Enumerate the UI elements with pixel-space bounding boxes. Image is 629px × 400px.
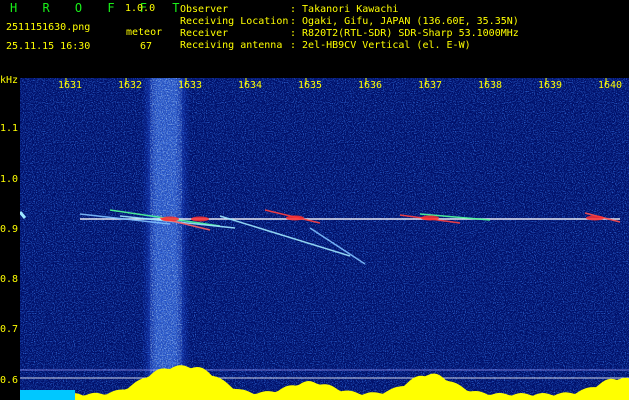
x-tick-label: 1638 xyxy=(478,80,503,91)
x-tick-label: 1639 xyxy=(538,80,563,91)
x-tick-label: 1634 xyxy=(238,80,263,91)
x-tick-label: 1636 xyxy=(358,80,383,91)
receiver-value: : R820T2(RTL-SDR) SDR-Sharp 53.1000MHz xyxy=(290,28,519,39)
observer-label: Observer xyxy=(180,4,229,15)
hroft-window: H R O F F T 1.0.0 2511151630.png meteor … xyxy=(0,0,629,400)
location-label: Receiving Location xyxy=(180,16,289,27)
y-tick-label: 0.6 xyxy=(0,375,19,386)
meteor-count: 67 xyxy=(140,41,153,52)
app-title: H R O F F T xyxy=(10,1,189,15)
echo-knot xyxy=(421,215,439,221)
y-tick-label: 0.8 xyxy=(0,274,19,285)
echo-knot xyxy=(191,216,209,222)
y-unit-label: kHz xyxy=(0,75,19,86)
echo-knot xyxy=(161,216,179,222)
x-tick-label: 1640 xyxy=(598,80,623,91)
y-tick-label: 1.1 xyxy=(0,123,19,134)
power-profile-edge xyxy=(20,390,75,400)
x-tick-label: 1631 xyxy=(58,80,83,91)
echo-knot xyxy=(286,215,304,221)
spectrogram xyxy=(20,78,629,400)
file-name: 2511151630.png xyxy=(6,22,91,33)
x-tick-label: 1632 xyxy=(118,80,143,91)
antenna-label: Receiving antenna xyxy=(180,40,283,51)
y-tick-label: 0.7 xyxy=(0,324,19,335)
meteor-label: meteor xyxy=(126,27,163,38)
y-tick-label: 1.0 xyxy=(0,174,19,185)
capture-datetime: 25.11.15 16:30 xyxy=(6,41,91,52)
antenna-value: : 2el-HB9CV Vertical (el. E-W) xyxy=(290,40,471,51)
receiver-label: Receiver xyxy=(180,28,229,39)
x-tick-label: 1637 xyxy=(418,80,443,91)
interference-band-noise xyxy=(150,78,182,376)
x-tick-label: 1633 xyxy=(178,80,203,91)
echo-knot xyxy=(586,215,604,221)
spectrum-noise xyxy=(20,78,629,400)
y-tick-label: 0.9 xyxy=(0,224,19,235)
observer-value: : Takanori Kawachi xyxy=(290,4,399,15)
x-tick-label: 1635 xyxy=(298,80,323,91)
app-version: 1.0.0 xyxy=(125,3,156,14)
location-value: : Ogaki, Gifu, JAPAN (136.60E, 35.35N) xyxy=(290,16,519,27)
